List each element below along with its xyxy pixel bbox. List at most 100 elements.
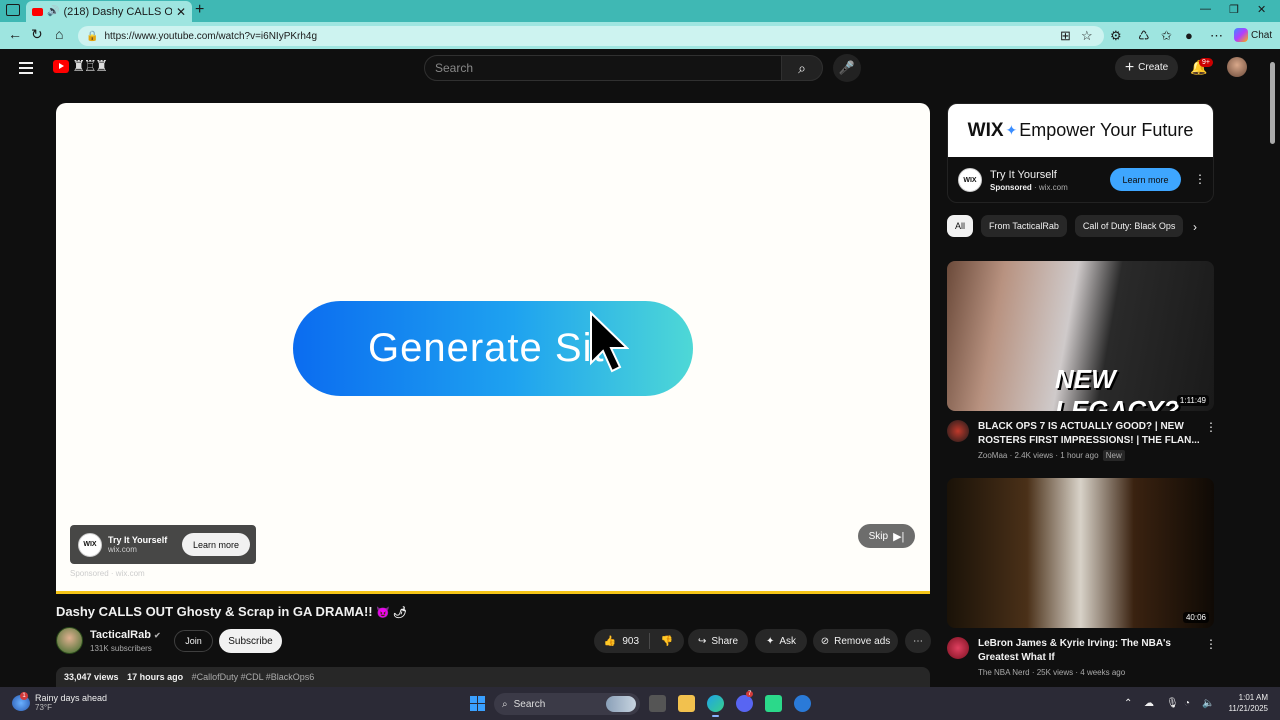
- sparkle-icon: ✦: [765, 635, 775, 647]
- taskbar-search[interactable]: ⌕ Search: [494, 693, 640, 715]
- plus-icon: +: [1124, 58, 1135, 76]
- recommendation-meta: The NBA Nerd · 25K views · 4 weeks ago: [978, 668, 1125, 677]
- page-scrollbar[interactable]: [1269, 60, 1276, 684]
- weather-title: Rainy days ahead: [35, 693, 108, 703]
- recommendation-title[interactable]: BLACK OPS 7 IS ACTUALLY GOOD? | NEW ROST…: [978, 420, 1200, 448]
- skip-ad-button[interactable]: Skip ▶|: [858, 524, 915, 548]
- like-button[interactable]: 👍 903: [594, 633, 650, 649]
- subscribe-button[interactable]: Subscribe: [219, 629, 282, 653]
- task-view-icon[interactable]: [649, 695, 666, 712]
- join-button[interactable]: Join: [174, 630, 213, 652]
- windows-start-icon[interactable]: [470, 696, 485, 711]
- video-thumbnail[interactable]: NEW LEGACY? 1:11:49: [947, 261, 1214, 411]
- recommendation-meta: ZooMaa · 2.4K views · 1 hour ago New: [978, 450, 1125, 461]
- collections-icon[interactable]: ✩: [1161, 28, 1172, 44]
- discord-icon[interactable]: 7: [736, 691, 754, 712]
- video-title: Dashy CALLS OUT Ghosty & Scrap in GA DRA…: [56, 604, 407, 619]
- home-icon[interactable]: ⌂: [55, 26, 63, 42]
- recommendation-channel[interactable]: The NBA Nerd: [978, 668, 1030, 677]
- video-title-text: Dashy CALLS OUT Ghosty & Scrap in GA DRA…: [56, 604, 373, 619]
- ad-overlay-card[interactable]: WIX Try It Yourself wix.com Learn more: [70, 525, 256, 564]
- browser-tab-active[interactable]: 🔊 (218) Dashy CALLS OUT Gho ✕: [26, 1, 192, 22]
- search-input[interactable]: [435, 61, 781, 75]
- ad-title: Try It Yourself: [990, 168, 1057, 181]
- app-icon[interactable]: [794, 695, 811, 712]
- browser-essentials-icon[interactable]: ♺: [1138, 28, 1150, 44]
- account-avatar[interactable]: [1227, 57, 1247, 77]
- close-window-icon[interactable]: ✕: [1257, 3, 1266, 16]
- edge-browser-icon[interactable]: [707, 695, 724, 717]
- more-vertical-icon[interactable]: ⋮: [1205, 420, 1217, 434]
- remove-ads-button[interactable]: ⊘ Remove ads: [813, 629, 898, 653]
- share-button[interactable]: ↪ Share: [688, 629, 748, 653]
- view-count: 33,047 views: [64, 672, 119, 682]
- chip-call-of-duty[interactable]: Call of Duty: Black Ops: [1074, 215, 1184, 237]
- create-button[interactable]: + Create: [1115, 55, 1178, 80]
- ask-button[interactable]: ✦ Ask: [755, 629, 807, 653]
- verified-check-icon: ✔: [154, 631, 161, 640]
- more-vertical-icon[interactable]: ⋮: [1205, 637, 1217, 651]
- sidebar-ad[interactable]: WIX ✦ Empower Your Future WIX Try It You…: [947, 103, 1214, 203]
- app-available-icon[interactable]: ⊞: [1060, 28, 1071, 44]
- close-tab-icon[interactable]: ✕: [176, 5, 186, 19]
- ad-banner[interactable]: WIX ✦ Empower Your Future: [948, 104, 1213, 157]
- ad-card-domain: wix.com: [108, 545, 137, 554]
- ad-learn-more-button[interactable]: Learn more: [182, 533, 250, 556]
- video-player[interactable]: Generate Sit WIX Try It Yourself wix.com…: [56, 103, 930, 592]
- upload-age: 17 hours ago: [127, 672, 184, 682]
- more-horizontal-icon: ⋯: [913, 635, 923, 647]
- description-box[interactable]: 33,047 views 17 hours ago #CallofDuty #C…: [56, 667, 930, 687]
- sidebar-toggle-icon[interactable]: [6, 4, 20, 16]
- new-tab-button[interactable]: +: [195, 1, 204, 19]
- cloud-icon[interactable]: ☁: [1144, 698, 1154, 709]
- video-thumbnail[interactable]: 40:06: [947, 478, 1214, 628]
- wifi-icon[interactable]: ◔: [1184, 698, 1190, 709]
- taskbar-clock[interactable]: 1:01 AM 11/21/2025: [1224, 692, 1268, 714]
- weather-widget[interactable]: 1 Rainy days ahead 73°F: [12, 691, 108, 712]
- hashtags[interactable]: #CallofDuty #CDL #BlackOps6: [192, 672, 315, 682]
- channel-name[interactable]: TacticalRab ✔: [90, 629, 161, 641]
- ad-more-icon[interactable]: ⋮: [1194, 172, 1206, 186]
- more-options-icon[interactable]: ⋯: [1210, 28, 1223, 44]
- minimize-icon[interactable]: —: [1200, 3, 1211, 15]
- ask-label: Ask: [779, 635, 797, 647]
- youtube-logo[interactable]: [53, 60, 69, 73]
- chevron-right-icon[interactable]: ›: [1193, 220, 1197, 234]
- dislike-button[interactable]: 👎: [650, 636, 684, 647]
- recommendation-title[interactable]: LeBron James & Kyrie Irving: The NBA's G…: [978, 637, 1200, 665]
- maximize-icon[interactable]: ❐: [1229, 3, 1239, 16]
- app-icon[interactable]: [765, 695, 782, 712]
- chip-from-channel[interactable]: From TacticalRab: [981, 215, 1067, 237]
- mic-icon[interactable]: 🎙: [1166, 698, 1179, 709]
- ad-progress-bar[interactable]: [56, 591, 930, 594]
- thumbs-up-icon: 👍: [603, 635, 617, 647]
- channel-avatar[interactable]: [56, 627, 83, 654]
- more-actions-button[interactable]: ⋯: [905, 629, 931, 653]
- chevron-up-icon[interactable]: ⌃: [1124, 698, 1132, 709]
- channel-avatar[interactable]: [947, 637, 969, 659]
- scrollbar-thumb[interactable]: [1270, 62, 1275, 144]
- refresh-icon[interactable]: ↻: [31, 26, 43, 43]
- file-explorer-icon[interactable]: [678, 695, 695, 712]
- volume-icon[interactable]: 🔈: [1202, 698, 1214, 709]
- like-count: 903: [622, 635, 640, 647]
- channel-name-text[interactable]: TacticalRab: [90, 629, 151, 641]
- speaker-icon[interactable]: 🔊: [47, 6, 59, 17]
- recommendation-channel[interactable]: ZooMaa: [978, 451, 1007, 460]
- favorite-star-icon[interactable]: ☆: [1081, 28, 1093, 44]
- menu-hamburger-icon[interactable]: [19, 62, 33, 77]
- chip-all[interactable]: All: [947, 215, 974, 237]
- ad-domain: · wix.com: [1034, 182, 1068, 192]
- copilot-chat-button[interactable]: Chat: [1234, 28, 1272, 42]
- search-button[interactable]: ⌕: [781, 55, 823, 81]
- extensions-icon[interactable]: ⚙: [1110, 28, 1122, 44]
- youtube-doodle-icon[interactable]: ♜♖♜: [72, 57, 108, 75]
- voice-search-mic-icon[interactable]: 🎤: [833, 54, 861, 82]
- channel-avatar[interactable]: [947, 420, 969, 442]
- search-icon: ⌕: [798, 59, 806, 76]
- back-icon[interactable]: ←: [8, 26, 22, 42]
- address-bar[interactable]: 🔒 https://www.youtube.com/watch?v=i6NIyP…: [78, 26, 1104, 46]
- profile-icon[interactable]: ●: [1185, 28, 1193, 43]
- search-box[interactable]: [424, 55, 782, 81]
- ad-learn-more-button[interactable]: Learn more: [1110, 168, 1181, 191]
